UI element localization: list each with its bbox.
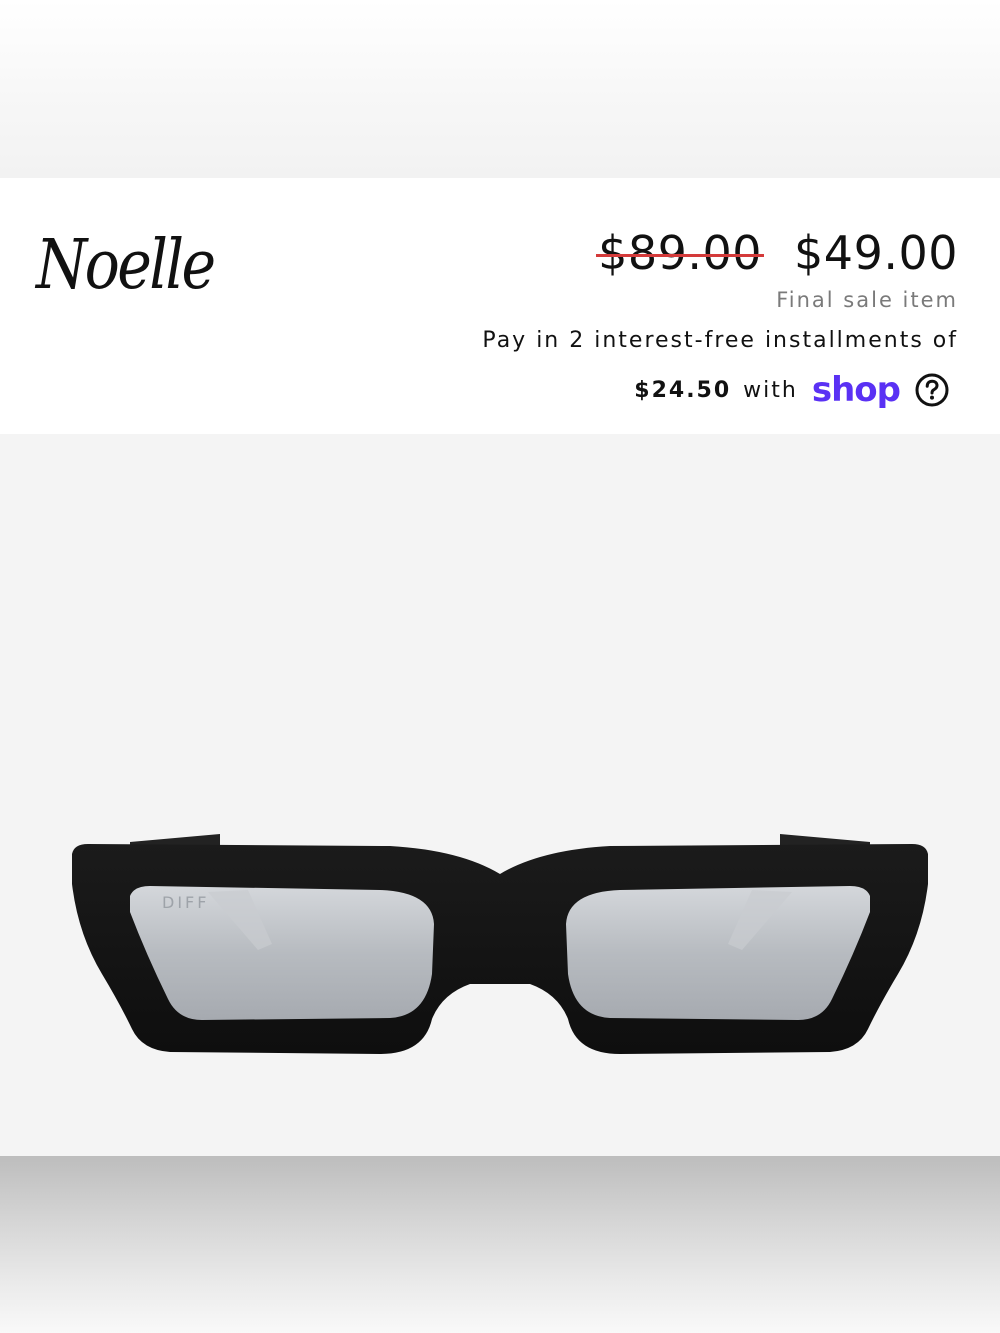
product-image[interactable]: DIFF (0, 434, 1000, 1156)
installments-text: Pay in 2 interest-free installments of (482, 328, 958, 353)
installments-row: $24.50 with shop (634, 368, 950, 412)
sale-price: $49.00 (794, 226, 958, 280)
question-circle-icon[interactable] (914, 372, 950, 408)
original-price: $89.00 (596, 226, 764, 280)
final-sale-label: Final sale item (776, 288, 958, 312)
shop-pay-logo[interactable]: shop (812, 373, 901, 407)
installments-with-text: with (743, 377, 798, 403)
product-title: Noelle (36, 226, 216, 305)
sunglasses-image: DIFF (72, 834, 928, 1054)
price-row: $89.00 $49.00 (596, 226, 958, 280)
top-backdrop (0, 0, 1000, 178)
bottom-backdrop (0, 1156, 1000, 1333)
lens-brand-mark: DIFF (162, 893, 209, 912)
installment-amount: $24.50 (634, 377, 732, 403)
